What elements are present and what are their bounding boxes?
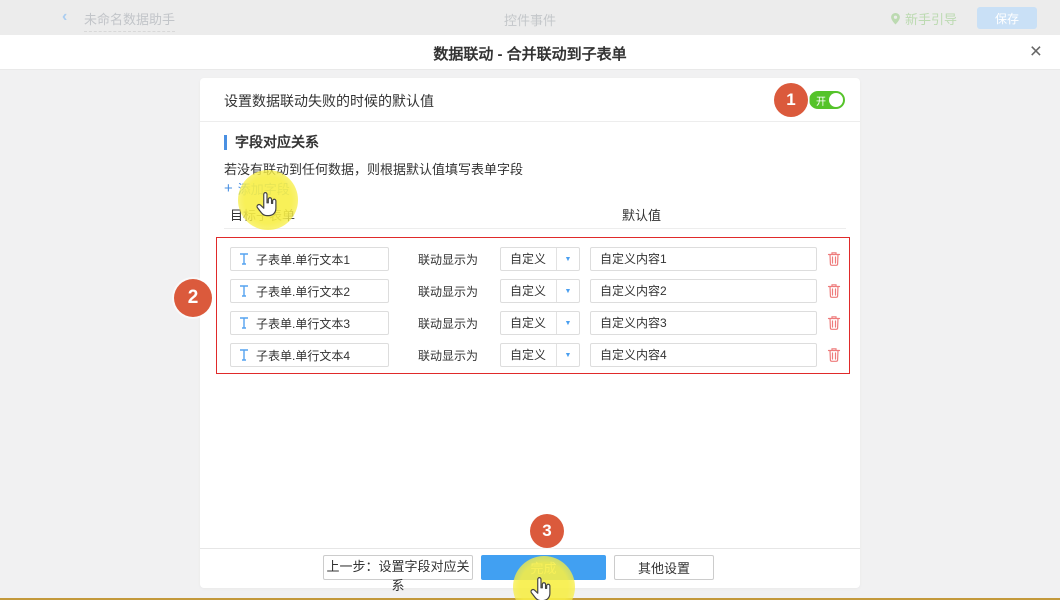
annotation-step-badge-1: 1 — [774, 83, 808, 117]
trash-icon — [827, 315, 841, 331]
trash-icon — [827, 347, 841, 363]
guide-button[interactable]: 新手引导 — [890, 9, 957, 28]
table-row: 子表单.单行文本1 联动显示为 自定义 ▼ 自定义内容1 — [230, 247, 860, 271]
mode-select[interactable]: 自定义 ▼ — [500, 343, 580, 367]
default-value-toggle[interactable]: 开 — [809, 91, 845, 109]
text-field-icon — [239, 285, 249, 297]
toggle-on-label: 开 — [816, 93, 826, 108]
target-field-value: 子表单.单行文本2 — [256, 283, 350, 300]
delete-row-button[interactable] — [827, 315, 841, 331]
prev-step-button[interactable]: 上一步：设置字段对应关系 — [323, 555, 473, 580]
hand-cursor-icon — [530, 577, 552, 600]
pin-icon — [890, 12, 901, 26]
top-bar: ‹ 未命名数据助手 控件事件 新手引导 保存 — [0, 0, 1060, 35]
mode-select-value: 自定义 — [501, 312, 556, 334]
footer-divider — [200, 548, 860, 549]
target-field-value: 子表单.单行文本3 — [256, 315, 350, 332]
annotation-step-badge-2: 2 — [174, 279, 212, 317]
chevron-down-icon[interactable]: ▼ — [556, 280, 579, 302]
mode-select-value: 自定义 — [501, 344, 556, 366]
table-row: 子表单.单行文本2 联动显示为 自定义 ▼ 自定义内容2 — [230, 279, 860, 303]
trash-icon — [827, 251, 841, 267]
target-field-input[interactable]: 子表单.单行文本1 — [230, 247, 389, 271]
default-value-title: 设置数据联动失败的时候的默认值 — [224, 91, 434, 111]
default-value-input[interactable]: 自定义内容2 — [590, 279, 817, 303]
modal-header: 数据联动 - 合并联动到子表单 × — [0, 35, 1060, 70]
guide-label: 新手引导 — [905, 9, 957, 28]
column-header-default: 默认值 — [622, 205, 661, 224]
text-field-icon — [239, 253, 249, 265]
table-row: 子表单.单行文本4 联动显示为 自定义 ▼ 自定义内容4 — [230, 343, 860, 367]
save-button[interactable]: 保存 — [977, 7, 1037, 29]
text-field-icon — [239, 349, 249, 361]
relation-label: 联动显示为 — [418, 347, 480, 364]
chevron-down-icon[interactable]: ▼ — [556, 312, 579, 334]
delete-row-button[interactable] — [827, 347, 841, 363]
target-field-input[interactable]: 子表单.单行文本3 — [230, 311, 389, 335]
default-value-input[interactable]: 自定义内容3 — [590, 311, 817, 335]
close-icon[interactable]: × — [1030, 38, 1042, 66]
chevron-down-icon[interactable]: ▼ — [556, 248, 579, 270]
delete-row-button[interactable] — [827, 283, 841, 299]
relation-label: 联动显示为 — [418, 283, 480, 300]
app-window: ‹ 未命名数据助手 控件事件 新手引导 保存 数据联动 - 合并联动到子表单 ×… — [0, 0, 1060, 600]
hand-cursor-icon — [256, 192, 278, 218]
default-value-input[interactable]: 自定义内容4 — [590, 343, 817, 367]
mode-select[interactable]: 自定义 ▼ — [500, 279, 580, 303]
target-field-input[interactable]: 子表单.单行文本2 — [230, 279, 389, 303]
table-row: 子表单.单行文本3 联动显示为 自定义 ▼ 自定义内容3 — [230, 311, 860, 335]
default-value-input[interactable]: 自定义内容1 — [590, 247, 817, 271]
modal-title: 数据联动 - 合并联动到子表单 — [0, 43, 1060, 64]
trash-icon — [827, 283, 841, 299]
target-field-value: 子表单.单行文本4 — [256, 347, 350, 364]
settings-panel: 设置数据联动失败的时候的默认值 开 字段对应关系 若没有联动到任何数据，则根据默… — [200, 78, 860, 588]
field-mapping-title: 字段对应关系 — [224, 135, 319, 150]
default-value-section-header: 设置数据联动失败的时候的默认值 开 — [200, 78, 860, 122]
target-field-input[interactable]: 子表单.单行文本4 — [230, 343, 389, 367]
mode-select-value: 自定义 — [501, 280, 556, 302]
field-mapping-rows: 子表单.单行文本1 联动显示为 自定义 ▼ 自定义内容1 子表单.单行文本2 联… — [200, 247, 860, 375]
other-settings-button[interactable]: 其他设置 — [614, 555, 714, 580]
relation-label: 联动显示为 — [418, 251, 480, 268]
mode-select[interactable]: 自定义 ▼ — [500, 311, 580, 335]
toggle-knob — [829, 93, 843, 107]
annotation-step-badge-3: 3 — [530, 514, 564, 548]
mode-select[interactable]: 自定义 ▼ — [500, 247, 580, 271]
target-field-value: 子表单.单行文本1 — [256, 251, 350, 268]
column-divider — [224, 228, 846, 229]
relation-label: 联动显示为 — [418, 315, 480, 332]
plus-icon: + — [224, 180, 233, 197]
delete-row-button[interactable] — [827, 251, 841, 267]
text-field-icon — [239, 317, 249, 329]
mode-select-value: 自定义 — [501, 248, 556, 270]
chevron-down-icon[interactable]: ▼ — [556, 344, 579, 366]
